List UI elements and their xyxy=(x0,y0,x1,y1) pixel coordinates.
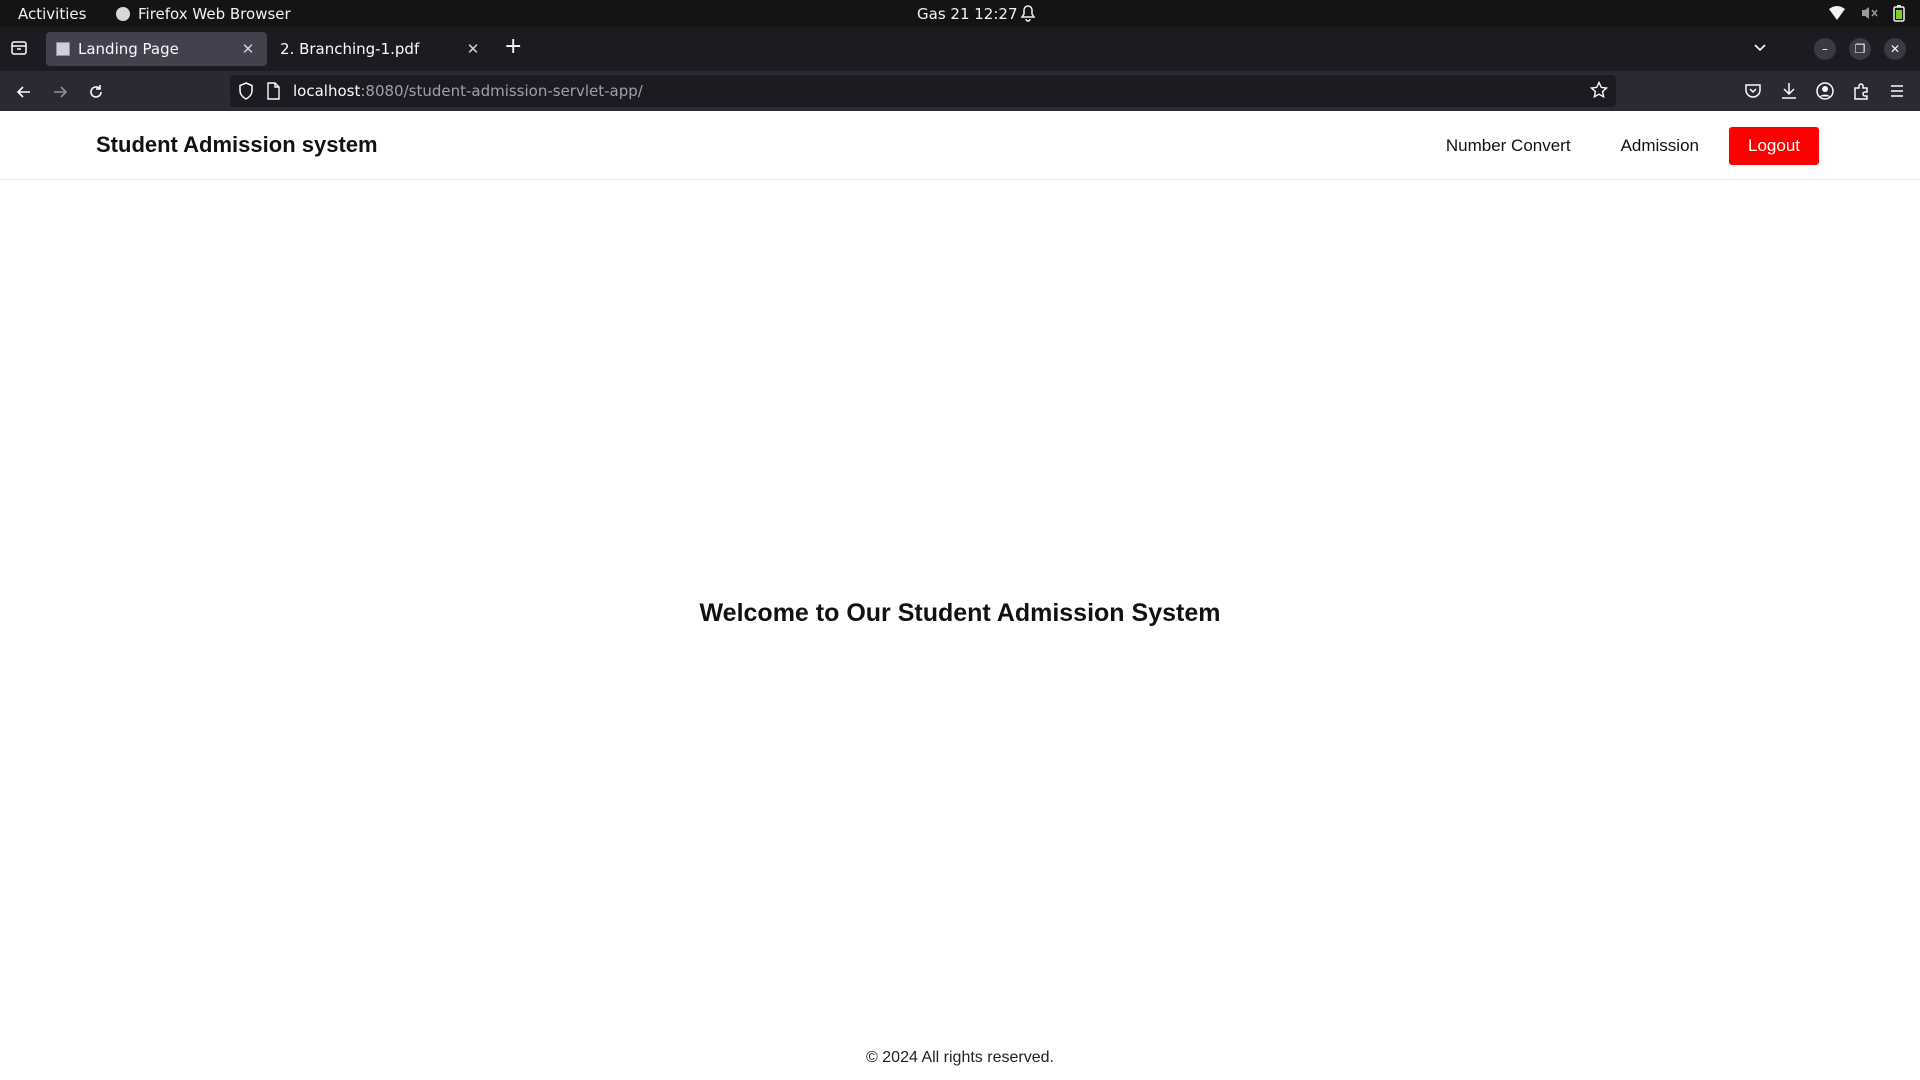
tab-title: Landing Page xyxy=(78,40,179,58)
site-footer: © 2024 All rights reserved. xyxy=(866,1049,1054,1066)
hamburger-menu-icon[interactable] xyxy=(1886,80,1908,102)
reload-icon[interactable] xyxy=(85,81,107,103)
browser-tab-strip: Landing Page ✕ 2. Branching-1.pdf ✕ + – … xyxy=(0,27,1920,71)
close-tab-icon[interactable]: ✕ xyxy=(239,40,257,58)
tracking-protection-shield-icon[interactable] xyxy=(238,82,254,100)
firefox-view-icon[interactable] xyxy=(10,39,28,57)
restore-icon[interactable]: ❐ xyxy=(1849,38,1871,60)
site-brand[interactable]: Student Admission system xyxy=(96,132,378,158)
close-tab-icon[interactable]: ✕ xyxy=(464,40,482,58)
site-nav: Number Convert Admission Logout xyxy=(1446,127,1819,165)
clock[interactable]: Gas 21 12:27 xyxy=(917,5,1017,23)
account-icon[interactable] xyxy=(1814,80,1836,102)
tab-landing-page[interactable]: Landing Page ✕ xyxy=(46,32,267,66)
site-header: Student Admission system Number Convert … xyxy=(0,111,1920,180)
back-arrow-icon[interactable] xyxy=(13,81,35,103)
forward-arrow-icon[interactable] xyxy=(49,81,71,103)
bookmark-star-icon[interactable] xyxy=(1590,81,1608,99)
nav-link-number-convert[interactable]: Number Convert xyxy=(1446,136,1571,156)
page-info-icon[interactable] xyxy=(266,82,280,100)
url-path: :8080/student-admission-servlet-app/ xyxy=(360,82,643,100)
wifi-icon xyxy=(1828,5,1846,21)
downloads-icon[interactable] xyxy=(1778,80,1800,102)
close-window-icon[interactable]: ✕ xyxy=(1884,38,1906,60)
page-favicon-icon xyxy=(56,42,70,56)
logout-button[interactable]: Logout xyxy=(1729,127,1819,165)
browser-navigation-bar: localhost:8080/student-admission-servlet… xyxy=(0,71,1920,111)
activities-button[interactable]: Activities xyxy=(18,5,86,23)
volume-muted-icon xyxy=(1860,5,1878,21)
system-tray[interactable] xyxy=(1828,4,1906,22)
address-bar[interactable]: localhost:8080/student-admission-servlet… xyxy=(230,75,1616,107)
nav-link-admission[interactable]: Admission xyxy=(1621,136,1699,156)
welcome-heading: Welcome to Our Student Admission System xyxy=(699,599,1221,627)
app-menu[interactable]: Firefox Web Browser xyxy=(116,5,291,23)
app-name-label: Firefox Web Browser xyxy=(138,5,291,23)
toolbar-actions xyxy=(1742,80,1908,102)
tab-title: 2. Branching-1.pdf xyxy=(280,40,420,58)
firefox-icon xyxy=(116,7,130,21)
pocket-icon[interactable] xyxy=(1742,80,1764,102)
notification-bell-icon[interactable] xyxy=(1020,4,1036,22)
minimize-icon[interactable]: – xyxy=(1814,38,1836,60)
new-tab-plus-icon[interactable]: + xyxy=(504,36,522,58)
tab-branching-pdf[interactable]: 2. Branching-1.pdf ✕ xyxy=(270,32,492,66)
web-page: Student Admission system Number Convert … xyxy=(0,111,1920,1080)
battery-icon xyxy=(1892,4,1906,22)
list-all-tabs-chevron-down-icon[interactable] xyxy=(1752,39,1768,55)
extensions-puzzle-icon[interactable] xyxy=(1850,80,1872,102)
system-top-bar: Activities Firefox Web Browser Gas 21 12… xyxy=(0,0,1920,27)
window-controls: – ❐ ✕ xyxy=(1814,38,1906,60)
url-host: localhost xyxy=(293,82,361,100)
url-text[interactable]: localhost:8080/student-admission-servlet… xyxy=(293,82,643,100)
